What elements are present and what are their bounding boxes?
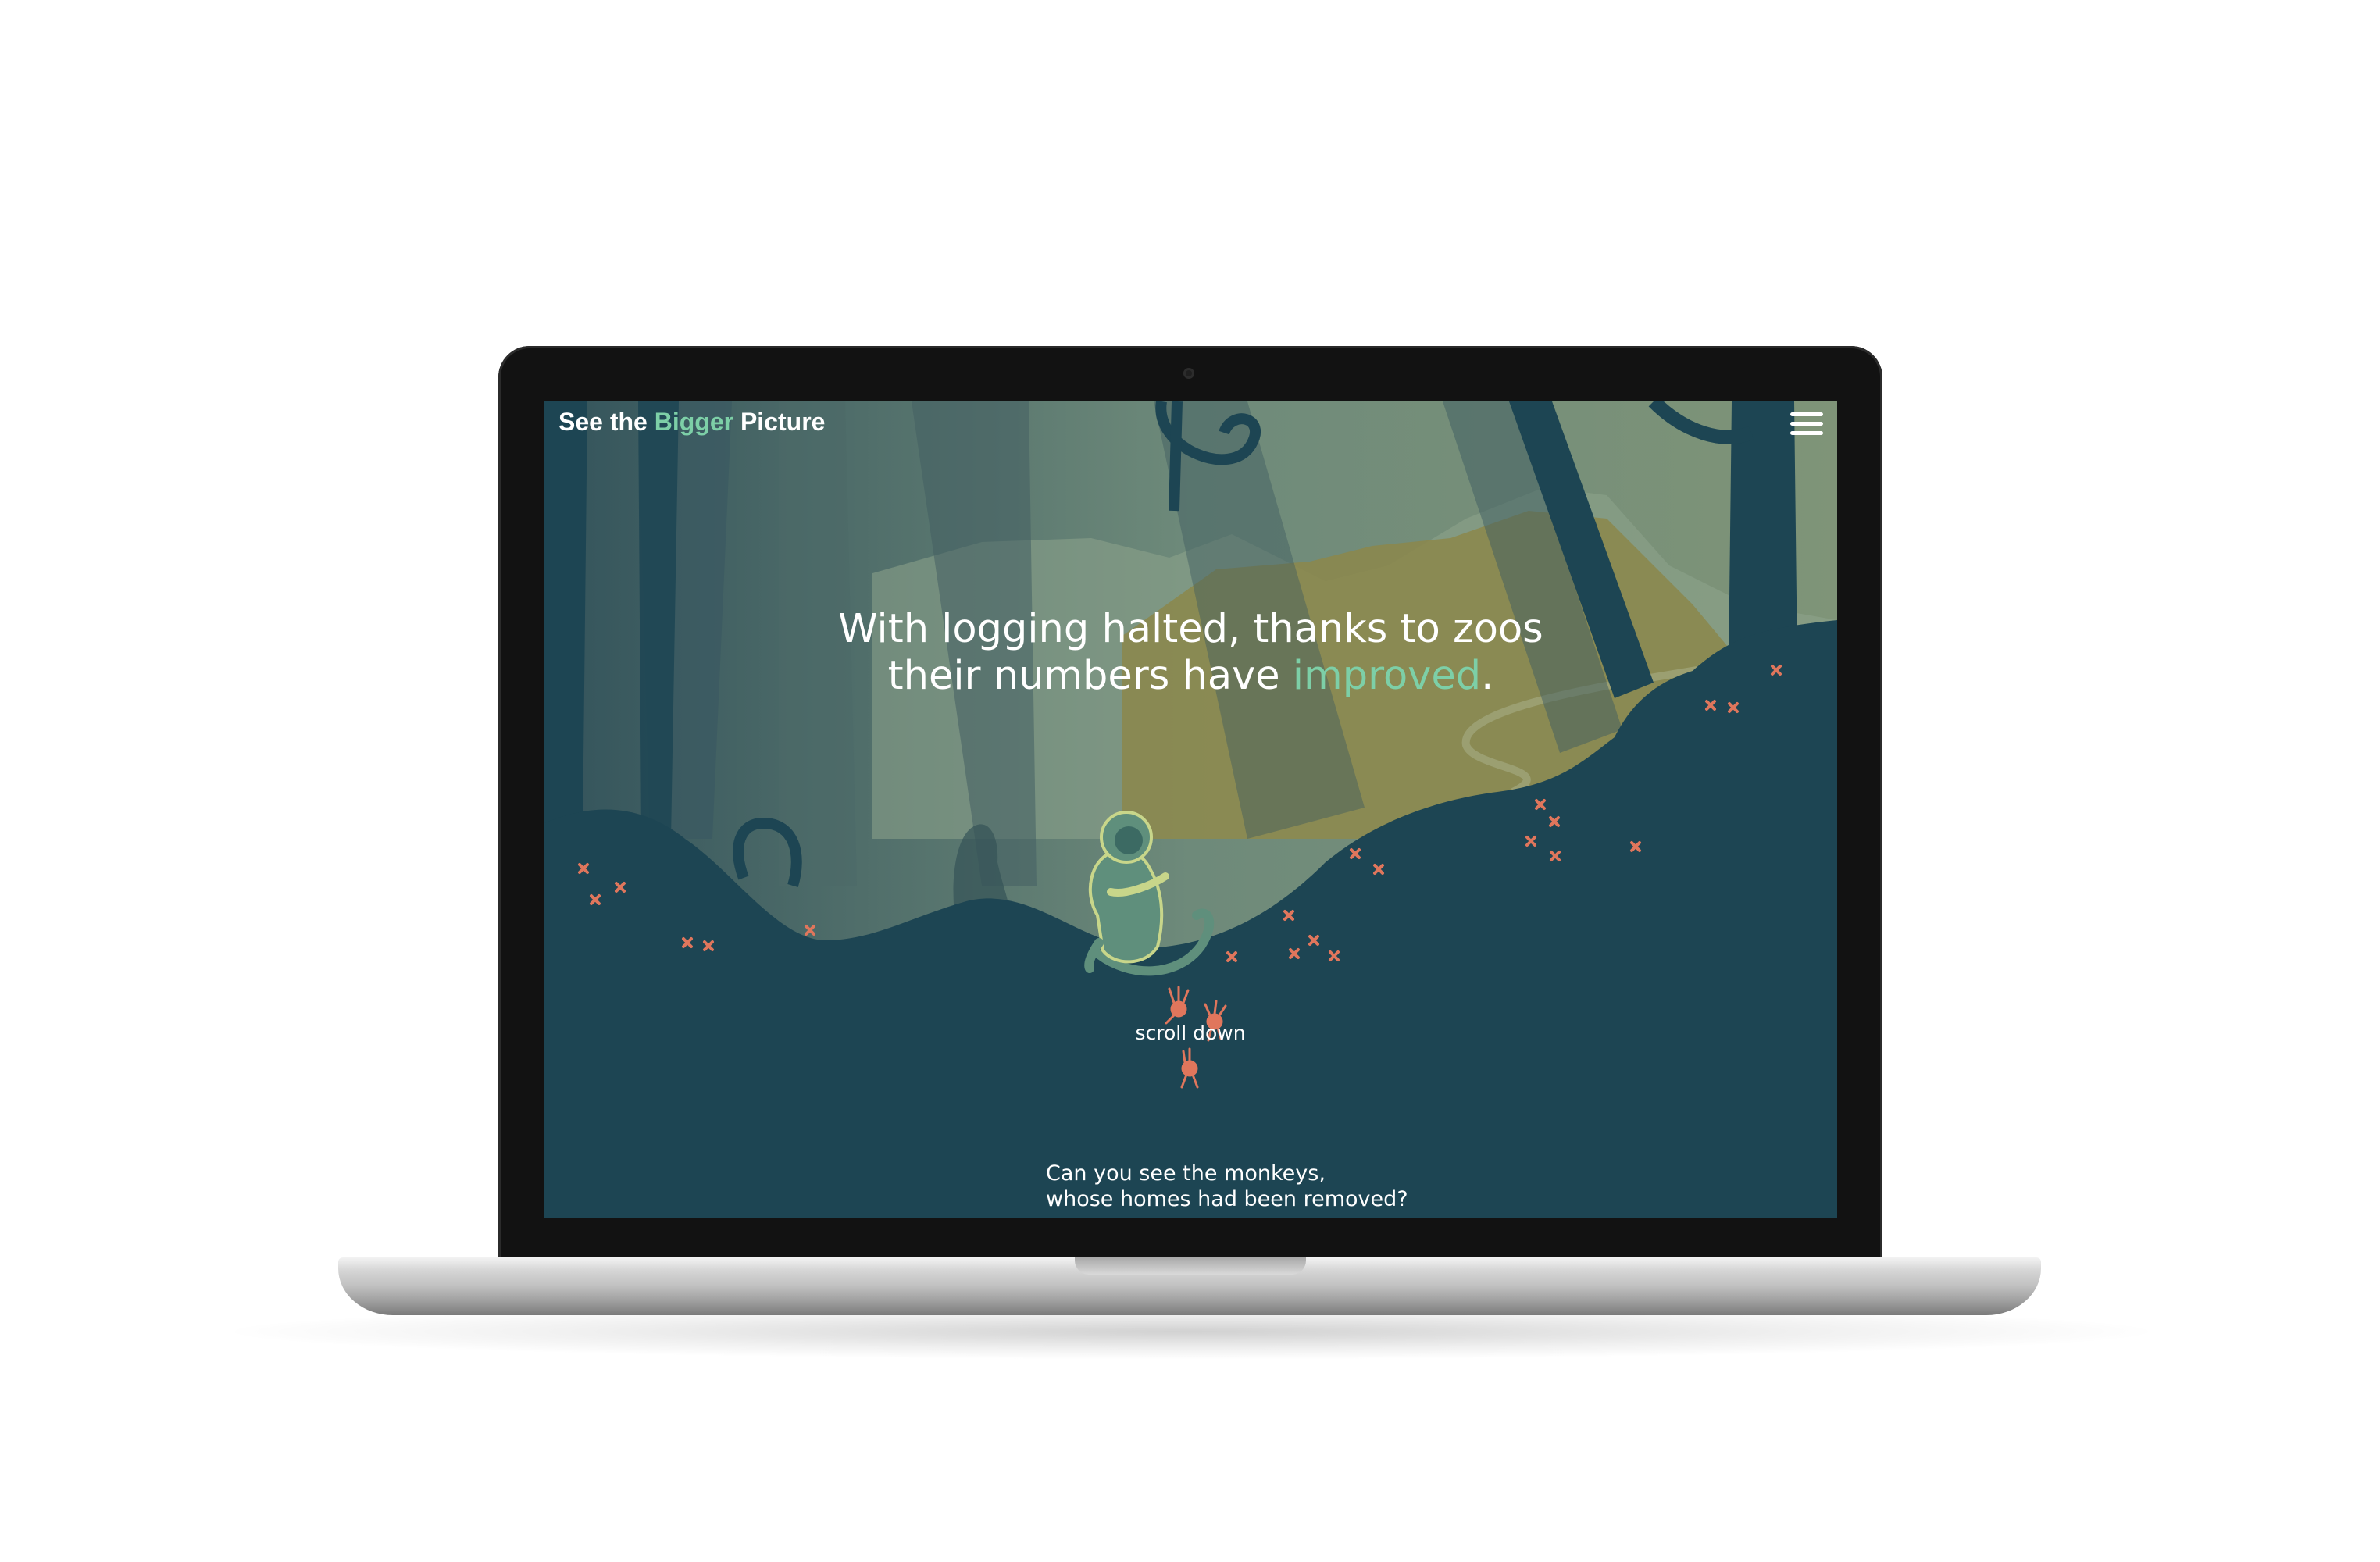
- menu-bar: [1790, 422, 1823, 426]
- site-logo[interactable]: See the Bigger Picture: [558, 408, 825, 437]
- menu-bar: [1790, 412, 1823, 416]
- scroll-down-link[interactable]: scroll down: [1112, 1022, 1269, 1044]
- laptop-mockup: See the Bigger Picture With logging halt…: [0, 0, 2380, 1562]
- headline-line-2-prefix: their numbers have: [887, 653, 1280, 699]
- headline-line-2: their numbers have improved.: [544, 653, 1837, 700]
- webcam-icon: [1183, 368, 1194, 379]
- headline-line-2-suffix: .: [1481, 653, 1494, 699]
- brand-suffix: Picture: [740, 408, 826, 436]
- jungle-illustration: [544, 401, 1837, 1218]
- headline-line-1: With logging halted, thanks to zoos: [838, 606, 1543, 652]
- caption-line-2: whose homes had been removed?: [1046, 1187, 1408, 1211]
- brand-prefix: See the: [558, 408, 648, 436]
- monkey-face: [1115, 826, 1143, 854]
- laptop-notch: [1075, 1257, 1306, 1275]
- headline-accent-word: improved: [1292, 653, 1482, 699]
- hamburger-menu-icon[interactable]: [1790, 411, 1823, 437]
- caption-line-1: Can you see the monkeys,: [1046, 1161, 1326, 1186]
- laptop-screen: See the Bigger Picture With logging halt…: [544, 401, 1837, 1218]
- vine-strand: [1169, 401, 1183, 512]
- menu-bar: [1790, 431, 1823, 435]
- brand-accent: Bigger: [654, 408, 734, 436]
- story-caption: Can you see the monkeys, whose homes had…: [1046, 1161, 1408, 1212]
- hero-headline: With logging halted, thanks to zoos thei…: [544, 606, 1837, 700]
